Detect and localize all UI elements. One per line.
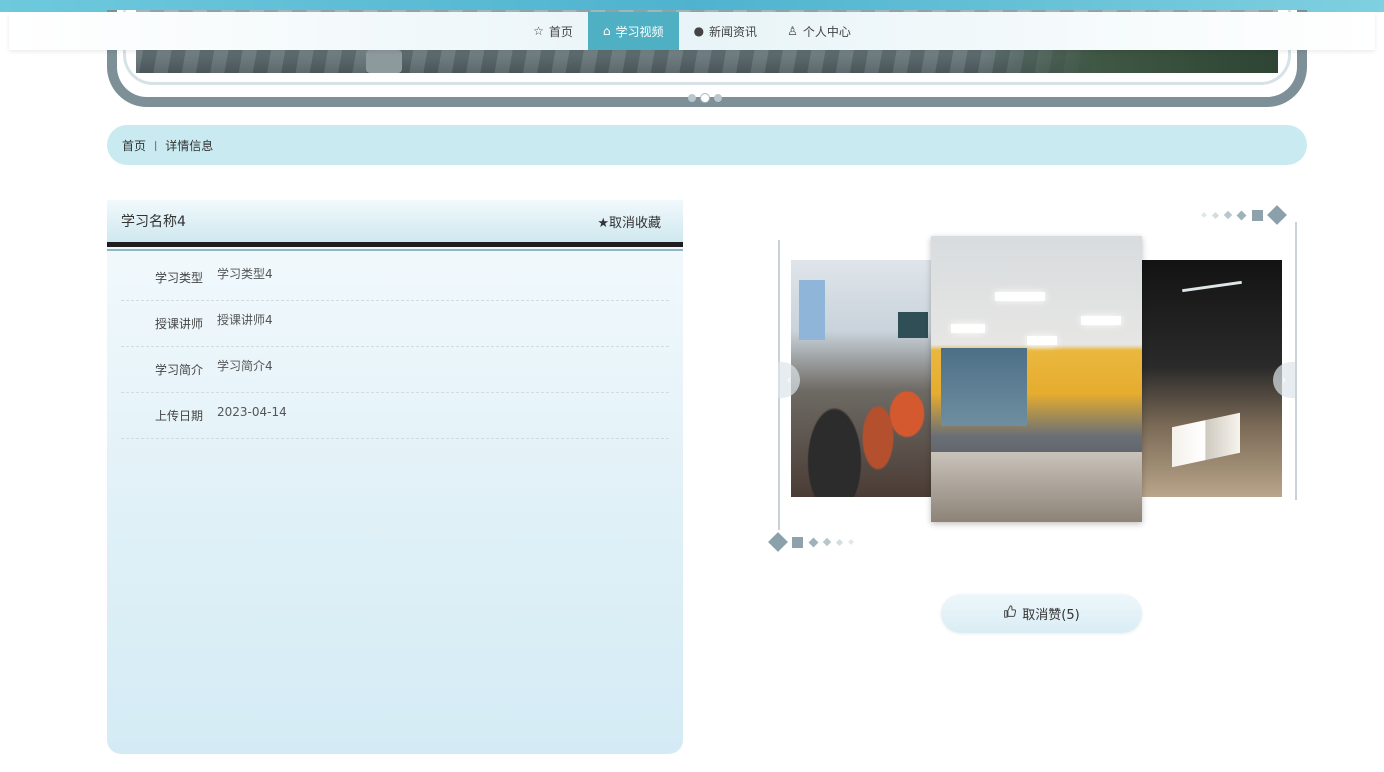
nav-item-label: 个人中心 <box>802 24 851 39</box>
diamond-icon <box>1211 211 1220 219</box>
detail-title: 学习名称4 <box>121 214 186 230</box>
breadcrumb-current: 详情信息 <box>165 138 214 153</box>
home-icon: ⌂ <box>602 24 611 38</box>
carousel-slide-lecture[interactable] <box>931 236 1142 522</box>
diamond-icon <box>1236 210 1247 220</box>
classroom-window <box>799 280 825 340</box>
nav-item-label: 首页 <box>548 24 573 39</box>
info-label: 授课讲师 <box>154 317 203 331</box>
banner-dot[interactable] <box>714 94 722 102</box>
main-nav: ☆ 首页 ⌂ 学习视频 ● 新闻资讯 ♙ 个人中心 <box>9 12 1375 50</box>
info-label: 上传日期 <box>154 409 203 423</box>
diamond-icon <box>1223 210 1233 220</box>
info-value: 授课讲师4 <box>217 313 273 327</box>
banner-dot[interactable] <box>688 94 696 102</box>
diamond-icon <box>1267 205 1287 225</box>
diamond-icon <box>848 539 854 545</box>
ceiling-light <box>995 292 1045 301</box>
carousel-slide-classroom[interactable] <box>791 260 936 497</box>
diamond-icon <box>808 537 819 547</box>
ceiling-light <box>1027 336 1057 345</box>
detail-header: 学习名称4 ★取消收藏 <box>107 200 683 242</box>
student-desks <box>931 452 1142 522</box>
nav-item-home[interactable]: ☆ 首页 <box>518 12 588 50</box>
ceiling-light <box>951 324 985 333</box>
breadcrumb-separator: ǀ <box>154 138 158 152</box>
nav-item-label: 新闻资讯 <box>709 24 758 39</box>
lamp <box>1182 280 1242 293</box>
decorative-line <box>1295 222 1297 500</box>
unfavorite-button[interactable]: ★取消收藏 <box>597 212 661 231</box>
info-value: 学习类型4 <box>217 267 273 281</box>
star-outline-icon: ☆ <box>533 24 544 38</box>
ceiling-light <box>1081 316 1121 325</box>
detail-info-list: 学习类型 学习类型4 授课讲师 授课讲师4 学习简介 学习简介4 上传日期 20… <box>121 255 669 439</box>
open-book <box>1172 412 1240 468</box>
user-icon: ♙ <box>787 24 798 38</box>
decorative-diamonds-top <box>1201 205 1287 225</box>
diamond-icon <box>835 538 844 546</box>
info-value: 2023-04-14 <box>217 404 287 419</box>
nav-item-user-center[interactable]: ♙ 个人中心 <box>772 12 866 50</box>
info-row-intro: 学习简介 学习简介4 <box>121 347 669 393</box>
square-icon <box>792 536 803 548</box>
thumbs-up-icon <box>1003 605 1017 622</box>
carousel-slide-book[interactable] <box>1142 260 1282 497</box>
square-icon <box>1252 209 1263 221</box>
info-label: 学习类型 <box>154 271 203 285</box>
info-circle-icon: ● <box>693 24 705 38</box>
nav-item-study-video[interactable]: ⌂ 学习视频 <box>587 12 679 50</box>
classroom-board <box>898 312 928 338</box>
info-row-upload-date: 上传日期 2023-04-14 <box>121 393 669 439</box>
divider <box>107 249 683 251</box>
banner-dot-active[interactable] <box>701 94 709 102</box>
diamond-icon <box>822 537 832 547</box>
divider <box>107 242 683 247</box>
projector-screen <box>941 348 1027 426</box>
like-label: 取消赞(5) <box>1022 608 1080 623</box>
nav-item-news[interactable]: ● 新闻资讯 <box>679 12 773 50</box>
detail-panel: 学习名称4 ★取消收藏 学习类型 学习类型4 授课讲师 授课讲师4 学习简介 学… <box>107 200 683 754</box>
breadcrumb: 首页 ǀ 详情信息 <box>107 125 1307 165</box>
nav-item-label: 学习视频 <box>615 24 664 39</box>
info-row-type: 学习类型 学习类型4 <box>121 255 669 301</box>
info-row-teacher: 授课讲师 授课讲师4 <box>121 301 669 347</box>
info-label: 学习简介 <box>154 363 203 377</box>
decorative-diamonds-bottom <box>768 532 854 552</box>
banner-pillar <box>366 50 402 73</box>
banner-pagination <box>688 94 722 102</box>
image-carousel: ‹ › <box>765 200 1315 560</box>
unlike-button[interactable]: 取消赞(5) <box>941 594 1142 633</box>
breadcrumb-home[interactable]: 首页 <box>122 137 146 154</box>
diamond-icon <box>1201 212 1207 218</box>
info-value: 学习简介4 <box>217 359 273 373</box>
diamond-icon <box>768 532 788 552</box>
